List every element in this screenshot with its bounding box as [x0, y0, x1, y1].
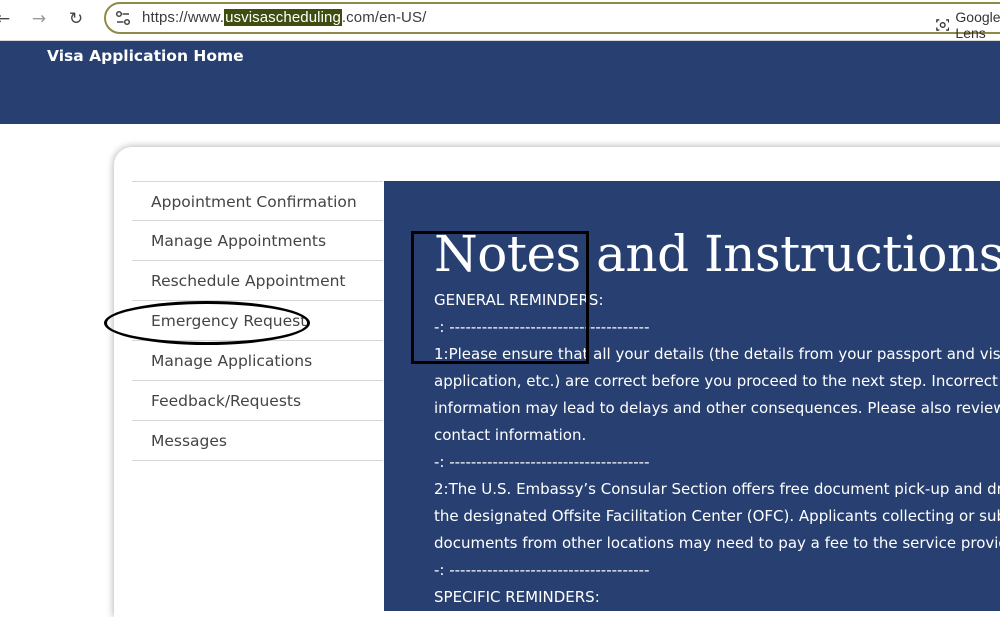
separator-line: -: -------------------------------------	[434, 561, 650, 579]
sidebar-item-manage-applications[interactable]: Manage Applications	[132, 341, 383, 381]
forward-arrow-icon[interactable]: →	[26, 6, 52, 32]
general-reminders-heading: GENERAL REMINDERS:	[434, 291, 604, 309]
url-text[interactable]: https://www.usvisascheduling.com/en-US/	[142, 9, 426, 26]
reminder-1-line: 1:Please ensure that all your details (t…	[434, 345, 1000, 363]
address-bar[interactable]: https://www.usvisascheduling.com/en-US/ …	[104, 2, 1000, 41]
lens-label: Google Lens	[955, 9, 1000, 41]
sidebar-item-appointment-confirmation[interactable]: Appointment Confirmation	[132, 181, 383, 221]
notes-title: Notes and Instructions	[434, 225, 1000, 283]
sidebar-item-reschedule-appointment[interactable]: Reschedule Appointment	[132, 261, 383, 301]
sidebar-item-manage-appointments[interactable]: Manage Appointments	[132, 221, 383, 261]
specific-reminders-heading: SPECIFIC REMINDERS:	[434, 588, 600, 606]
separator-line: -: -------------------------------------	[434, 318, 650, 336]
notes-panel: Notes and Instructions GENERAL REMINDERS…	[384, 181, 1000, 611]
separator-line: -: -------------------------------------	[434, 453, 650, 471]
notes-body: GENERAL REMINDERS: -: ------------------…	[434, 287, 1000, 611]
reminder-2-line: documents from other locations may need …	[434, 534, 1000, 552]
site-header: Visa Application Home	[0, 41, 1000, 124]
sidebar-item-feedback-requests[interactable]: Feedback/Requests	[132, 381, 383, 421]
lens-icon	[936, 19, 950, 31]
google-lens-button[interactable]: Google Lens	[936, 9, 1000, 41]
reminder-1-line: information may lead to delays and other…	[434, 399, 1000, 417]
reminder-1-line: contact information.	[434, 426, 587, 444]
site-title[interactable]: Visa Application Home	[47, 47, 244, 65]
site-info-icon[interactable]	[114, 9, 132, 27]
reminder-2-line: the designated Offsite Facilitation Cent…	[434, 507, 1000, 525]
sidebar-item-emergency-request[interactable]: Emergency Request	[132, 301, 383, 341]
reminder-2-line: 2:The U.S. Embassy’s Consular Section of…	[434, 480, 1000, 498]
browser-toolbar: ← → ↻ https://www.usvisascheduling.com/e…	[0, 0, 1000, 41]
sidebar-item-messages[interactable]: Messages	[132, 421, 383, 461]
back-arrow-icon[interactable]: ←	[0, 6, 16, 32]
side-navigation: Appointment Confirmation Manage Appointm…	[132, 181, 383, 461]
reminder-1-line: application, etc.) are correct before yo…	[434, 372, 998, 390]
reload-icon[interactable]: ↻	[63, 6, 89, 32]
